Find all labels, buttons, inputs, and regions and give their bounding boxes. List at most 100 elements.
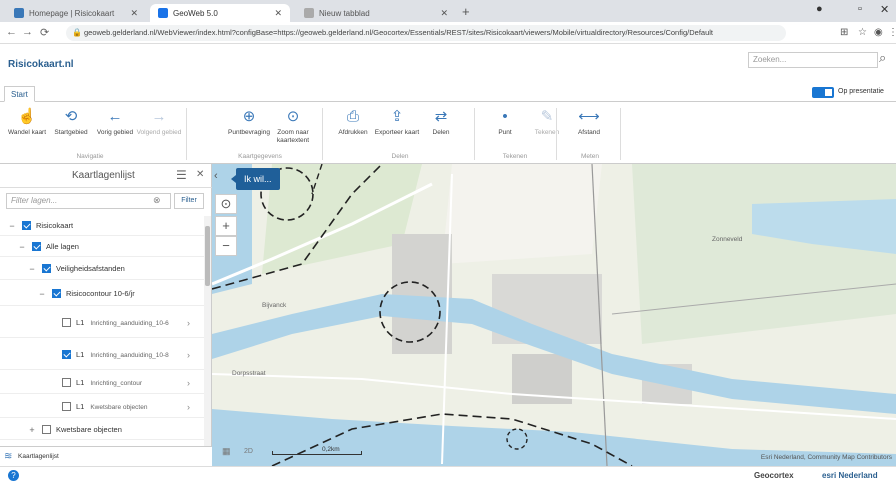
layer-row[interactable]: › L1 Inrichting_aanduiding_10-6 xyxy=(0,308,204,338)
search-input[interactable]: Zoeken... xyxy=(748,52,878,68)
ribbon-toolbar: ☝ Wandel kaart ⟲ Startgebied ← Vorig gebied → V… xyxy=(0,102,896,164)
draw-button[interactable]: ✎ Tekenen xyxy=(524,108,570,137)
help-icon[interactable]: ? xyxy=(8,470,19,481)
forward-nav-icon[interactable]: → xyxy=(22,26,33,38)
layer-checkbox[interactable] xyxy=(32,242,41,251)
collapse-icon[interactable]: − xyxy=(16,242,28,252)
zoom-in-button[interactable]: + xyxy=(215,216,237,236)
layer-checkbox[interactable] xyxy=(42,425,51,434)
collapse-icon[interactable]: − xyxy=(6,221,18,231)
layer-sublabel: Inrichting_contour xyxy=(90,380,143,387)
chevron-right-icon[interactable]: › xyxy=(187,378,190,388)
close-icon[interactable]: ✕ xyxy=(196,169,204,180)
new-tab-icon[interactable]: + xyxy=(462,4,470,19)
layer-panel-footer[interactable]: ≋ Kaartlagenlijst xyxy=(0,446,212,466)
layer-checkbox[interactable] xyxy=(62,378,71,387)
chevron-right-icon[interactable]: › xyxy=(187,402,190,412)
layer-label: Veiligheidsafstanden xyxy=(56,264,125,273)
layer-label: Kwetsbare objecten xyxy=(56,425,122,434)
app-logo: Risicokaart.nl xyxy=(8,59,74,70)
zoom-out-button[interactable]: − xyxy=(215,236,237,256)
export-button[interactable]: ⇪ Exporteer kaart xyxy=(374,108,420,137)
layer-checkbox[interactable] xyxy=(62,318,71,327)
layer-checkbox[interactable] xyxy=(62,402,71,411)
layer-row[interactable]: + Kwetsbare objecten xyxy=(0,420,204,440)
layer-label-group: Veiligheidsafstanden xyxy=(56,264,125,273)
layer-checkbox[interactable] xyxy=(62,350,71,359)
print-icon: ⎙ xyxy=(346,108,359,125)
chevron-right-icon[interactable]: › xyxy=(187,350,190,360)
filter-input[interactable]: Filter lagen... xyxy=(6,193,171,209)
close-window-icon[interactable]: ✕ xyxy=(880,3,889,16)
layer-row[interactable]: − Veiligheidsafstanden xyxy=(0,258,204,280)
chevron-right-icon[interactable]: › xyxy=(187,318,190,328)
reload-icon[interactable]: ⟳ xyxy=(40,26,49,39)
forward-button[interactable]: → Volgend gebied xyxy=(136,108,182,137)
account-icon[interactable]: ◉ xyxy=(874,27,883,38)
tab-favicon-icon xyxy=(14,8,24,18)
presentation-toggle[interactable] xyxy=(812,87,834,98)
close-tab-icon[interactable]: ✕ xyxy=(440,8,448,19)
profile-icon[interactable]: ● xyxy=(816,3,823,15)
layer-row[interactable]: − Risicokaart xyxy=(0,216,204,236)
measure-icon: ⟷ xyxy=(578,108,600,125)
layer-row[interactable]: − Risicocontour 10-6/jr xyxy=(0,282,204,306)
scrollbar-thumb[interactable] xyxy=(205,226,210,286)
hand-button[interactable]: ☝ Wandel kaart xyxy=(4,108,50,137)
layer-panel: Kaartlagenlijst ☰ ✕ Filter lagen... ⊗ Fi… xyxy=(0,164,212,466)
layer-label: L1 xyxy=(76,402,85,411)
layer-row[interactable]: › L1 Inrichting_aanduiding_10-8 xyxy=(0,340,204,370)
layer-checkbox[interactable] xyxy=(22,221,31,230)
translate-icon[interactable]: ⊞ xyxy=(840,27,848,38)
collapse-icon[interactable]: − xyxy=(26,264,38,274)
menu-icon[interactable]: ☰ xyxy=(176,168,187,182)
filter-button[interactable]: Filter xyxy=(174,193,204,209)
layer-row[interactable]: › L1 Inrichting_contour xyxy=(0,372,204,394)
locate-icon[interactable]: ⊙ xyxy=(215,194,237,214)
measure-button[interactable]: ⟷ Afstand xyxy=(566,108,612,137)
browser-tab-active[interactable]: GeoWeb 5.0 ✕ xyxy=(150,4,290,22)
ribbon-group-label: Meten xyxy=(580,153,600,160)
ribbon-button-label: Wandel kaart xyxy=(7,129,47,136)
zoom-button[interactable]: ⊙ Zoom naar kaartextent xyxy=(270,108,316,145)
expand-icon[interactable]: + xyxy=(26,425,38,435)
close-tab-icon[interactable]: ✕ xyxy=(130,8,138,19)
home-button[interactable]: ⟲ Startgebied xyxy=(48,108,94,137)
bookmark-star-icon[interactable]: ☆ xyxy=(858,27,867,38)
back-button[interactable]: ← Vorig gebied xyxy=(92,108,138,137)
zoom-icon: ⊙ xyxy=(286,108,300,125)
map-canvas[interactable] xyxy=(212,164,896,466)
geocortex-logo: Geocortex xyxy=(754,471,794,480)
identify-button[interactable]: ⊕ Puntbevraging xyxy=(226,108,272,137)
layer-checkbox[interactable] xyxy=(52,289,61,298)
browser-tab[interactable]: Homepage | Risicokaart ✕ xyxy=(6,4,146,22)
map-attribution: Esri Nederland, Community Map Contributo… xyxy=(760,454,892,461)
point-button[interactable]: • Punt xyxy=(482,108,528,137)
ribbon-group-label: Delen xyxy=(391,153,409,160)
clear-filter-icon[interactable]: ⊗ xyxy=(153,195,161,206)
layer-checkbox[interactable] xyxy=(42,264,51,273)
view-2d-toggle[interactable]: 2D xyxy=(244,448,253,455)
tab-favicon-icon xyxy=(158,8,168,18)
minimize-icon[interactable]: ▫ xyxy=(858,3,862,15)
menu-dots-icon[interactable]: ⋮ xyxy=(888,27,896,38)
layer-label-group: L1 Kwetsbare objecten xyxy=(76,402,147,411)
layer-row[interactable]: − Alle lagen xyxy=(0,237,204,257)
scrollbar[interactable] xyxy=(204,216,211,466)
ik-wil-button[interactable]: Ik wil... xyxy=(231,168,280,190)
browser-tab[interactable]: Nieuw tabblad ✕ xyxy=(296,4,456,22)
close-tab-icon[interactable]: ✕ xyxy=(274,8,282,19)
map-view[interactable]: ‹ Ik wil... ⊙ + − ▦ 2D 0,2km Esri Nederl… xyxy=(212,164,896,466)
collapse-panel-icon[interactable]: ‹ xyxy=(214,170,218,182)
collapse-icon[interactable]: − xyxy=(36,289,48,299)
ribbon-button-label: Startgebied xyxy=(54,129,88,136)
layer-row[interactable]: › L1 Kwetsbare objecten xyxy=(0,396,204,418)
url-field[interactable]: 🔒 geoweb.gelderland.nl/WebViewer/index.h… xyxy=(66,25,786,41)
tab-start[interactable]: Start xyxy=(4,86,35,102)
layer-sublabel: Kwetsbare objecten xyxy=(90,404,148,411)
basemap-icon[interactable]: ▦ xyxy=(222,446,231,457)
search-icon[interactable]: ⌕ xyxy=(879,50,886,66)
print-button[interactable]: ⎙ Afdrukken xyxy=(330,108,376,137)
share-button[interactable]: ⇄ Delen xyxy=(418,108,464,137)
back-nav-icon[interactable]: ← xyxy=(6,26,17,38)
